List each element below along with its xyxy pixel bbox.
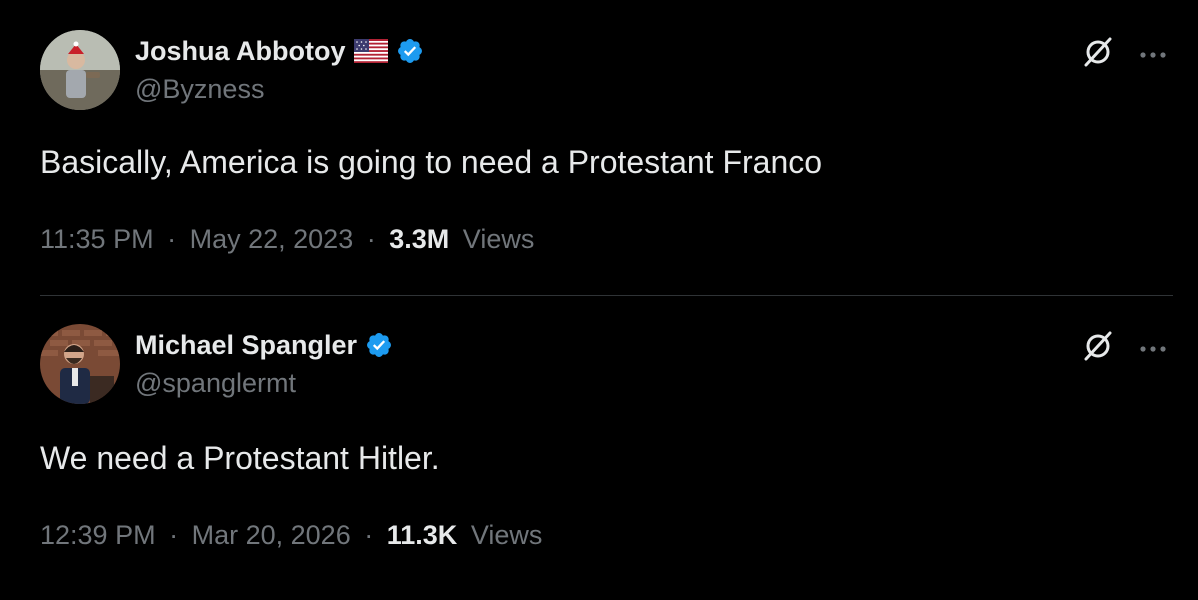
meta-separator: · <box>366 224 376 254</box>
meta-separator: · <box>364 520 374 550</box>
views-label: Views <box>470 520 543 550</box>
verified-badge-icon[interactable] <box>396 37 424 65</box>
tweet-time[interactable]: 11:35 PM <box>40 224 154 254</box>
tweet-date[interactable]: May 22, 2023 <box>190 224 354 254</box>
grok-icon[interactable] <box>1080 34 1116 70</box>
avatar-image <box>40 30 120 110</box>
avatar[interactable] <box>40 30 120 110</box>
more-icon[interactable] <box>1138 341 1168 352</box>
tweet-meta: 11:35 PM · May 22, 2023 · 3.3M Views <box>40 224 534 255</box>
tweet-meta: 12:39 PM · Mar 20, 2026 · 11.3K Views <box>40 520 542 551</box>
more-icon[interactable] <box>1138 47 1168 58</box>
meta-separator: · <box>169 520 179 550</box>
author-name-row[interactable]: Michael Spangler <box>135 328 393 362</box>
tweet-text: Basically, America is going to need a Pr… <box>40 144 823 180</box>
author-name-row[interactable]: Joshua Abbotoy <box>135 34 424 68</box>
tweet-actions <box>1080 34 1168 70</box>
author-handle[interactable]: @Byzness <box>135 74 264 105</box>
avatar[interactable] <box>40 324 120 404</box>
author-handle[interactable]: @spanglermt <box>135 368 296 399</box>
tweet-time[interactable]: 12:39 PM <box>40 520 156 550</box>
tweet-date[interactable]: Mar 20, 2026 <box>192 520 351 550</box>
meta-separator: · <box>167 224 177 254</box>
us-flag-icon <box>353 39 388 63</box>
tweet-text: We need a Protestant Hitler. <box>40 440 440 476</box>
verified-badge-icon[interactable] <box>365 331 393 359</box>
avatar-image <box>40 324 120 404</box>
tweet-1[interactable]: Joshua Abbotoy @Byzness Basically, Ameri… <box>0 0 1198 296</box>
display-name[interactable]: Michael Spangler <box>135 330 357 361</box>
tweet-actions <box>1080 328 1168 364</box>
views-count[interactable]: 11.3K <box>387 520 458 550</box>
tweet-2[interactable]: Michael Spangler @spanglermt We need a P… <box>0 296 1198 600</box>
display-name[interactable]: Joshua Abbotoy <box>135 36 346 67</box>
grok-icon[interactable] <box>1080 328 1116 364</box>
views-count[interactable]: 3.3M <box>389 224 449 254</box>
views-label: Views <box>462 224 535 254</box>
